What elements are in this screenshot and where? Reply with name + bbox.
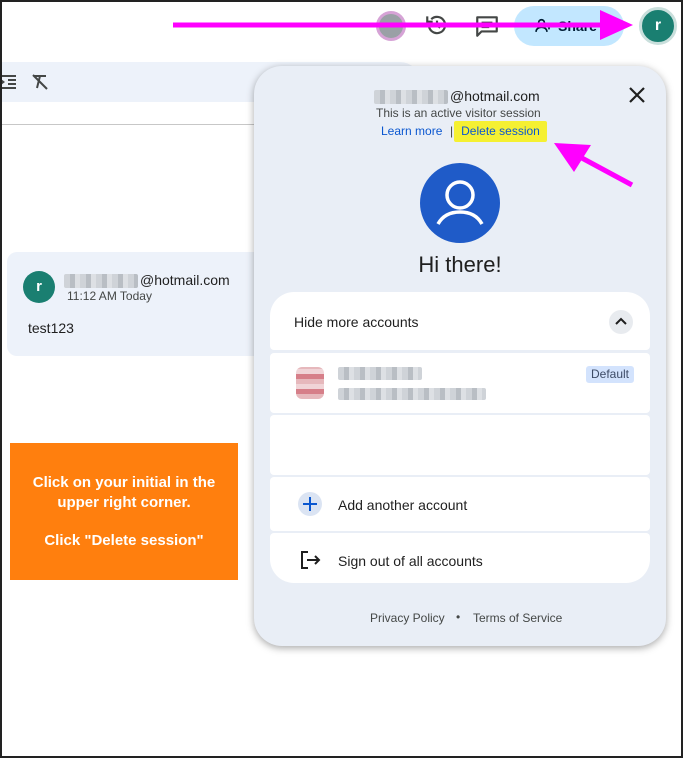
default-badge: Default <box>586 366 634 383</box>
sign-out-icon <box>301 551 321 569</box>
greeting-text: Hi there! <box>418 252 502 277</box>
popup-email-redacted <box>374 90 448 104</box>
page-divider <box>0 124 260 125</box>
terms-of-service-link[interactable]: Terms of Service <box>473 611 562 625</box>
comment-time: 11:12 AM Today <box>67 289 152 303</box>
close-icon[interactable] <box>626 84 648 106</box>
account-circle-icon <box>420 163 500 243</box>
account-picture <box>296 367 324 399</box>
comment-avatar: r <box>23 271 55 303</box>
collaborator-avatar[interactable] <box>376 11 406 41</box>
learn-more-link[interactable]: Learn more <box>381 124 442 138</box>
account-row-empty[interactable] <box>270 415 650 475</box>
add-account-label: Add another account <box>338 497 468 513</box>
visitor-session-text: This is an active visitor session <box>376 106 541 120</box>
sign-out-label: Sign out of all accounts <box>338 553 483 569</box>
top-bar: Share r <box>0 0 683 56</box>
share-button[interactable]: Share <box>514 6 624 46</box>
footer-dot: • <box>456 610 461 624</box>
comment-body: test123 <box>28 320 74 336</box>
profile-avatar-button[interactable]: r <box>639 7 677 45</box>
comment-card[interactable] <box>7 252 267 356</box>
indent-icon[interactable] <box>0 72 18 92</box>
delete-session-link[interactable]: Delete session <box>454 121 547 142</box>
link-separator: | <box>450 124 454 138</box>
chevron-up-icon[interactable] <box>609 310 633 334</box>
hide-accounts-label: Hide more accounts <box>294 314 419 330</box>
comment-icon[interactable] <box>474 13 500 39</box>
instruction-line-2: Click "Delete session" <box>44 532 204 549</box>
account-row[interactable] <box>270 353 650 413</box>
popup-email: @hotmail.com <box>450 88 540 104</box>
account-name-redacted <box>338 367 422 380</box>
clear-format-icon[interactable] <box>30 72 50 92</box>
instruction-line-1: Click on your initial in the upper right… <box>32 474 216 511</box>
history-icon[interactable] <box>424 12 450 38</box>
privacy-policy-link[interactable]: Privacy Policy <box>370 611 445 625</box>
comment-email: @hotmail.com <box>140 272 230 288</box>
instruction-box: Click on your initial in the upper right… <box>10 443 238 580</box>
account-email-redacted <box>338 388 486 400</box>
comment-email-redacted <box>64 274 138 288</box>
plus-icon <box>298 492 322 516</box>
share-icon <box>535 18 553 32</box>
